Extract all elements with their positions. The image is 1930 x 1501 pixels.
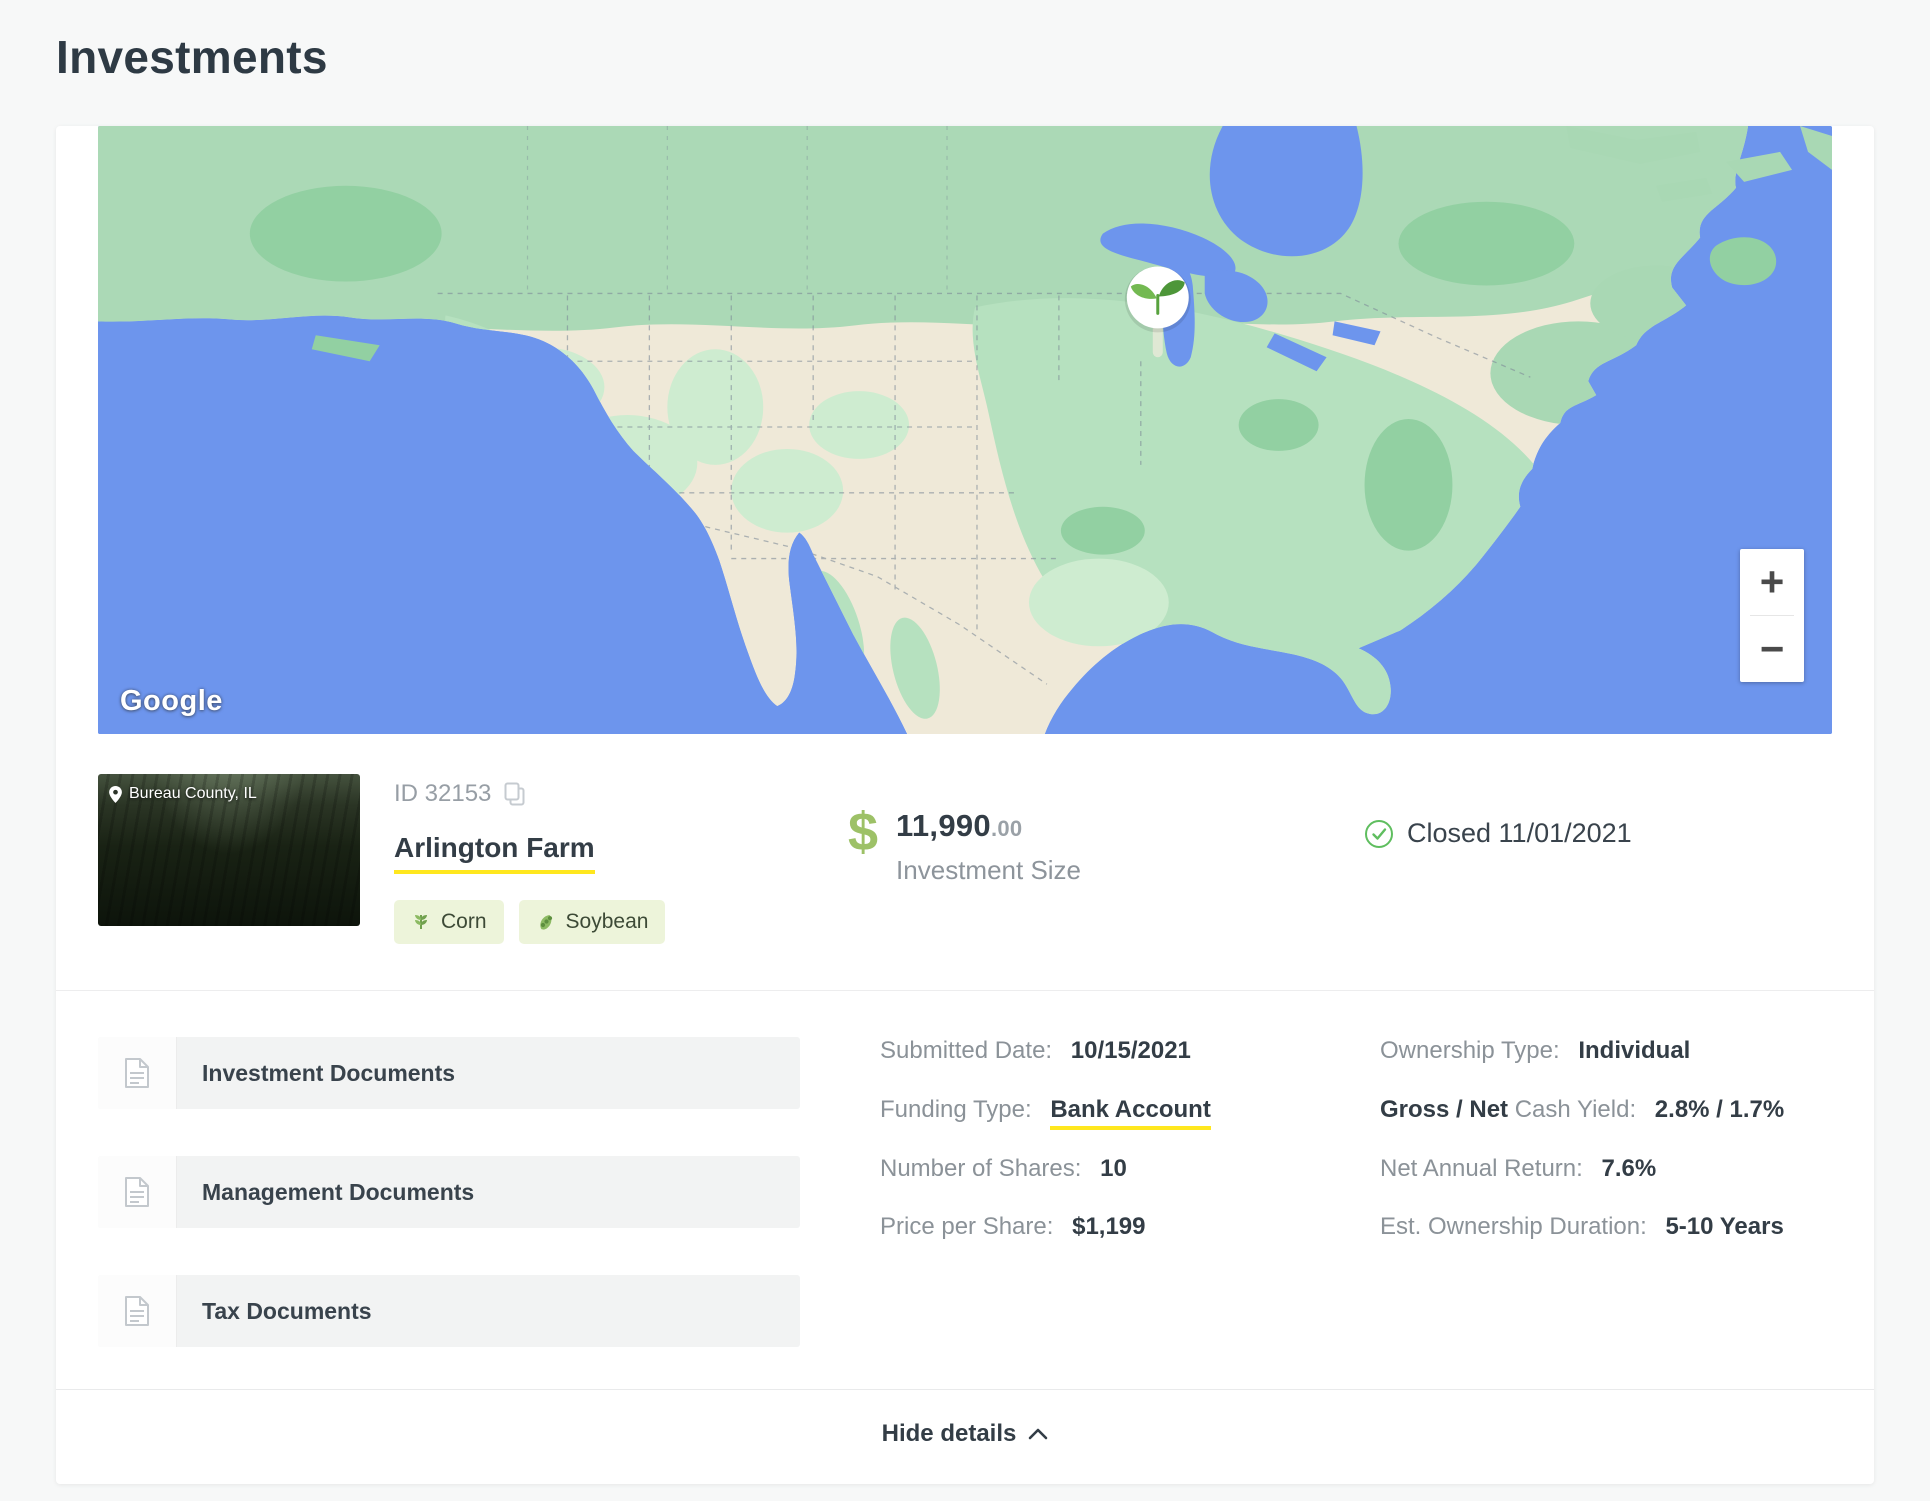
document-icon [125,1177,149,1207]
tag-soybean: Soybean [518,900,666,944]
investment-amount-cents: .00 [990,816,1023,841]
investment-amount: 11,990.00 [896,808,1023,843]
document-label: Tax Documents [202,1297,372,1324]
status-text: Closed 11/01/2021 [1407,818,1632,848]
detail-net-annual-return: Net Annual Return: 7.6% [1380,1154,1657,1182]
investment-size-block: $ 11,990.00 Investment Size [848,774,1364,886]
farm-location-label: Bureau County, IL [129,785,257,802]
tag-soybean-label: Soybean [565,910,649,933]
page-title: Investments [56,31,328,83]
copy-icon[interactable] [503,782,526,807]
zoom-out-button[interactable]: − [1740,616,1804,682]
detail-ownership-type: Ownership Type: Individual [1380,1037,1691,1064]
detail-number-of-shares: Number of Shares: 10 [880,1154,1127,1182]
detail-value: 10/15/2021 [1070,1037,1191,1064]
investment-documents-button[interactable]: Investment Documents [98,1037,800,1109]
google-logo[interactable]: Google [120,685,223,718]
document-icon-box [98,1037,176,1109]
tag-corn-label: Corn [441,910,487,933]
map-zoom-control: + − [1740,549,1804,682]
detail-price-per-share: Price per Share: $1,199 [880,1213,1146,1241]
detail-value: 2.8% / 1.7% [1654,1095,1785,1123]
location-pin-icon [109,785,122,803]
crop-tags: Corn Soybean [394,900,848,944]
details-section: Investment Documents Management Document… [56,990,1874,1389]
chevron-up-icon [1029,1428,1048,1440]
detail-value: 7.6% [1601,1154,1657,1182]
document-icon-box [98,1156,176,1228]
farm-title-block: ID 32153 Arlington Farm Corn Soybean [360,774,848,944]
document-label: Management Documents [202,1178,475,1205]
document-icon [125,1058,149,1088]
document-icon-box [98,1275,176,1347]
farm-photo: Bureau County, IL [98,774,360,926]
dollar-icon: $ [848,802,879,862]
tax-documents-button[interactable]: Tax Documents [98,1275,800,1347]
map-region[interactable]: Google + − [98,126,1832,734]
detail-funding-type: Funding Type: Bank Account [880,1095,1380,1130]
detail-value: 5-10 Years [1665,1213,1784,1241]
investment-size-label: Investment Size [896,855,1082,885]
map-canvas [98,126,1832,734]
investment-summary: Bureau County, IL ID 32153 Arlington Far… [56,734,1874,990]
funding-type-link[interactable]: Bank Account [1050,1095,1211,1130]
investment-card: Google + − Bureau County, IL ID 32153 Ar… [56,126,1874,1484]
documents-list: Investment Documents Management Document… [98,1037,800,1347]
document-label: Investment Documents [202,1059,456,1086]
zoom-in-button[interactable]: + [1740,549,1804,615]
document-icon [125,1296,149,1326]
corn-icon [415,915,427,929]
detail-value: $1,199 [1072,1213,1146,1241]
management-documents-button[interactable]: Management Documents [98,1156,800,1228]
hide-details-button[interactable]: Hide details [882,1420,1049,1448]
detail-ownership-duration: Est. Ownership Duration: 5-10 Years [1380,1213,1784,1241]
farm-name-link[interactable]: Arlington Farm [394,832,595,874]
detail-submitted-date: Submitted Date: 10/15/2021 [880,1037,1191,1064]
hide-details-label: Hide details [881,1420,1017,1447]
card-footer: Hide details [56,1389,1874,1484]
status-block: Closed 11/01/2021 [1364,774,1832,849]
detail-value: 10 [1100,1154,1127,1182]
details-column-right: Ownership Type: Individual Gross / Net C… [1380,1037,1784,1347]
investment-id: ID 32153 [394,780,492,807]
details-column-left: Submitted Date: 10/15/2021 Funding Type:… [880,1037,1380,1347]
tag-corn: Corn [394,900,504,944]
detail-cash-yield: Gross / Net Cash Yield: 2.8% / 1.7% [1380,1095,1785,1123]
soybean-icon [539,915,552,930]
detail-value: Individual [1578,1037,1691,1064]
farm-location: Bureau County, IL [109,785,257,803]
check-circle-icon [1365,819,1393,848]
